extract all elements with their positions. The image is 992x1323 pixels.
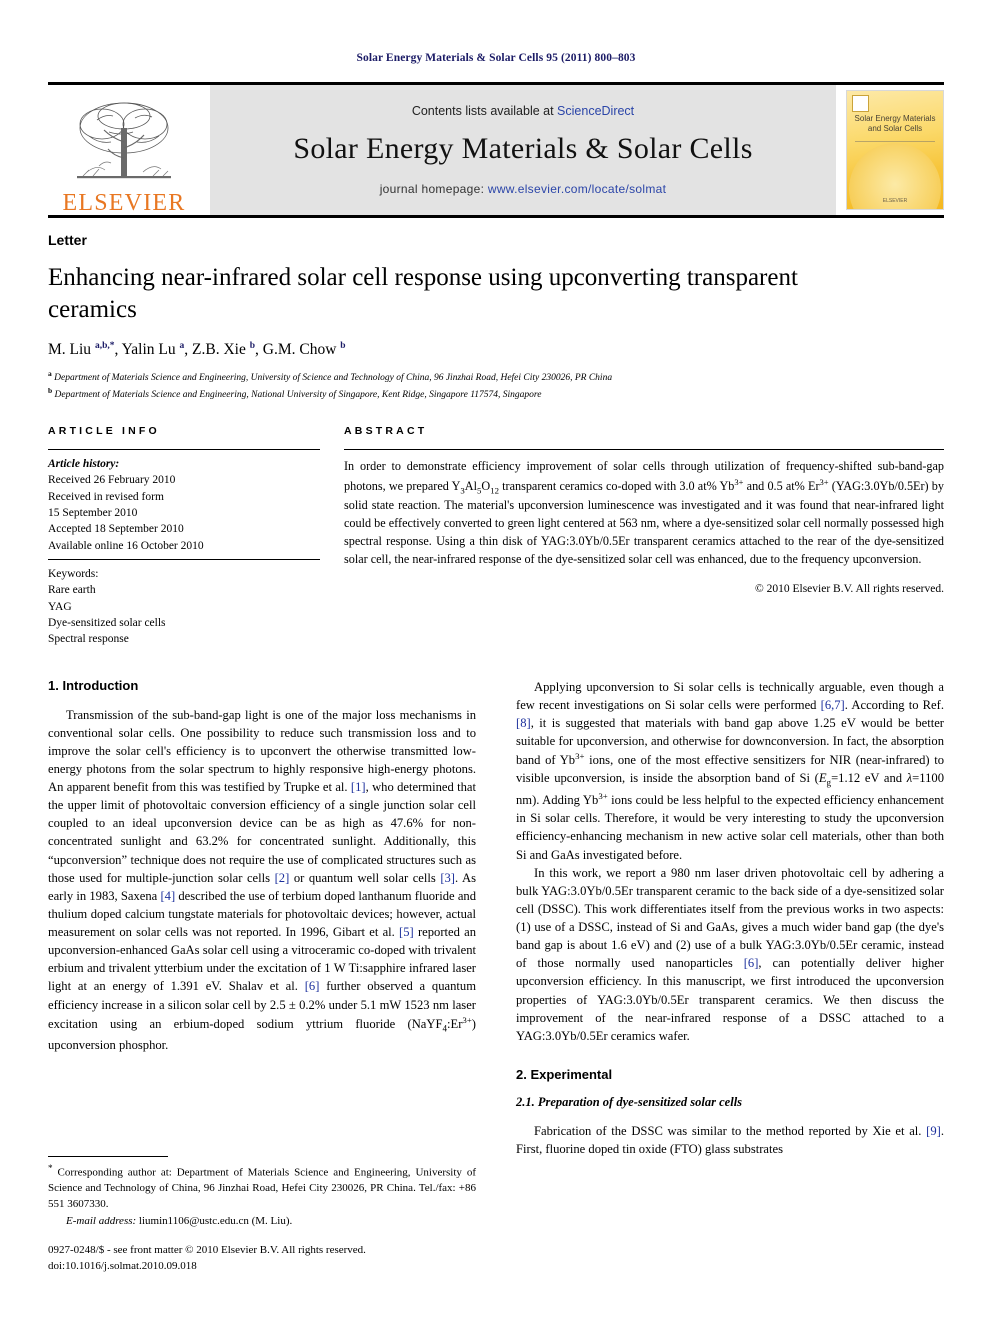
cover-subtitle-lines bbox=[855, 141, 935, 144]
article-history-label: Article history: bbox=[48, 458, 120, 470]
left-column: 1. Introduction Transmission of the sub-… bbox=[48, 678, 476, 1159]
page-footer: 0927-0248/$ - see front matter © 2010 El… bbox=[48, 1243, 366, 1275]
abstract-text: In order to demonstrate efficiency impro… bbox=[344, 459, 944, 567]
journal-masthead: ELSEVIER Contents lists available at Sci… bbox=[48, 82, 944, 215]
affiliation-a: a Department of Materials Science and En… bbox=[48, 369, 613, 384]
footnote-area: * Corresponding author at: Department of… bbox=[48, 1156, 476, 1227]
issn-copyright-line: 0927-0248/$ - see front matter © 2010 El… bbox=[48, 1244, 366, 1257]
right-paragraph-1: Applying upconversion to Si solar cells … bbox=[516, 679, 944, 862]
history-item: Accepted 18 September 2010 bbox=[48, 523, 184, 536]
subsection-heading-preparation: 2.1. Preparation of dye-sensitized solar… bbox=[516, 1094, 743, 1109]
email-address[interactable]: liumin1106@ustc.edu.cn (M. Liu). bbox=[139, 1215, 292, 1227]
footnote-rule bbox=[48, 1156, 168, 1158]
elsevier-tree-icon bbox=[69, 98, 179, 190]
author-list: M. Liu a,b,*, Yalin Lu a, Z.B. Xie b, G.… bbox=[48, 341, 346, 359]
elsevier-logo: ELSEVIER bbox=[48, 85, 200, 215]
right-column: Applying upconversion to Si solar cells … bbox=[516, 678, 944, 1159]
info-abstract-row: ARTICLE INFO Article history: Received 2… bbox=[48, 425, 944, 648]
journal-band: Contents lists available at ScienceDirec… bbox=[210, 85, 836, 215]
keyword-item: Dye-sensitized solar cells bbox=[48, 616, 166, 629]
keywords-label: Keywords: bbox=[48, 567, 99, 580]
paper-page: Solar Energy Materials & Solar Cells 95 … bbox=[0, 0, 992, 1323]
email-label: E-mail address: bbox=[66, 1215, 137, 1227]
article-info-heading: ARTICLE INFO bbox=[48, 425, 160, 437]
section-heading-introduction: 1. Introduction bbox=[48, 677, 139, 693]
homepage-prefix: journal homepage: bbox=[379, 182, 488, 196]
cover-footer-text: ELSEVIER bbox=[882, 198, 908, 204]
affiliation-b: b Department of Materials Science and En… bbox=[48, 386, 542, 401]
contents-prefix: Contents lists available at bbox=[411, 104, 558, 118]
experimental-paragraph-1: Fabrication of the DSSC was similar to t… bbox=[516, 1123, 944, 1157]
intro-paragraph-1: Transmission of the sub-band-gap light i… bbox=[48, 707, 477, 1052]
abstract-column: ABSTRACT In order to demonstrate efficie… bbox=[344, 425, 944, 648]
keywords-block: Keywords: Rare earth YAG Dye-sensitized … bbox=[48, 560, 320, 648]
history-item: Received 26 February 2010 bbox=[48, 474, 176, 487]
journal-homepage-line: journal homepage: www.elsevier.com/locat… bbox=[380, 182, 667, 196]
title-block: Letter Enhancing near-infrared solar cel… bbox=[48, 218, 944, 403]
history-item: Received in revised form bbox=[48, 490, 164, 503]
journal-title: Solar Energy Materials & Solar Cells bbox=[293, 132, 753, 165]
keyword-item: Rare earth bbox=[48, 584, 96, 597]
history-item: 15 September 2010 bbox=[48, 506, 138, 519]
paper-title: Enhancing near-infrared solar cell respo… bbox=[48, 264, 798, 323]
journal-cover-thumbnail: Solar Energy Materials and Solar Cells E… bbox=[846, 90, 944, 210]
doi-line[interactable]: doi:10.1016/j.solmat.2010.09.018 bbox=[48, 1259, 366, 1275]
sciencedirect-link[interactable]: ScienceDirect bbox=[557, 104, 634, 118]
cover-title-text: Solar Energy Materials and Solar Cells bbox=[854, 114, 936, 133]
cover-elsevier-mark-icon bbox=[852, 95, 869, 112]
journal-homepage-link[interactable]: www.elsevier.com/locate/solmat bbox=[488, 182, 666, 196]
contents-available-line: Contents lists available at ScienceDirec… bbox=[412, 104, 634, 118]
abstract-copyright: © 2010 Elsevier B.V. All rights reserved… bbox=[755, 583, 944, 596]
email-line: E-mail address: liumin1106@ustc.edu.cn (… bbox=[48, 1215, 476, 1227]
right-paragraph-2: In this work, we report a 980 nm laser d… bbox=[516, 865, 944, 1043]
elsevier-wordmark: ELSEVIER bbox=[62, 190, 186, 216]
section-heading-experimental: 2. Experimental bbox=[516, 1066, 613, 1082]
history-item: Available online 16 October 2010 bbox=[48, 539, 204, 552]
corresponding-author-note: * Corresponding author at: Department of… bbox=[48, 1163, 476, 1210]
keyword-item: YAG bbox=[48, 600, 72, 613]
document-type-label: Letter bbox=[48, 232, 87, 248]
keyword-item: Spectral response bbox=[48, 633, 129, 646]
article-info-column: ARTICLE INFO Article history: Received 2… bbox=[48, 425, 344, 648]
body-columns: 1. Introduction Transmission of the sub-… bbox=[48, 678, 944, 1159]
running-head: Solar Energy Materials & Solar Cells 95 … bbox=[356, 52, 636, 64]
article-history-block: Article history: Received 26 February 20… bbox=[48, 450, 320, 559]
abstract-heading: ABSTRACT bbox=[344, 425, 428, 437]
